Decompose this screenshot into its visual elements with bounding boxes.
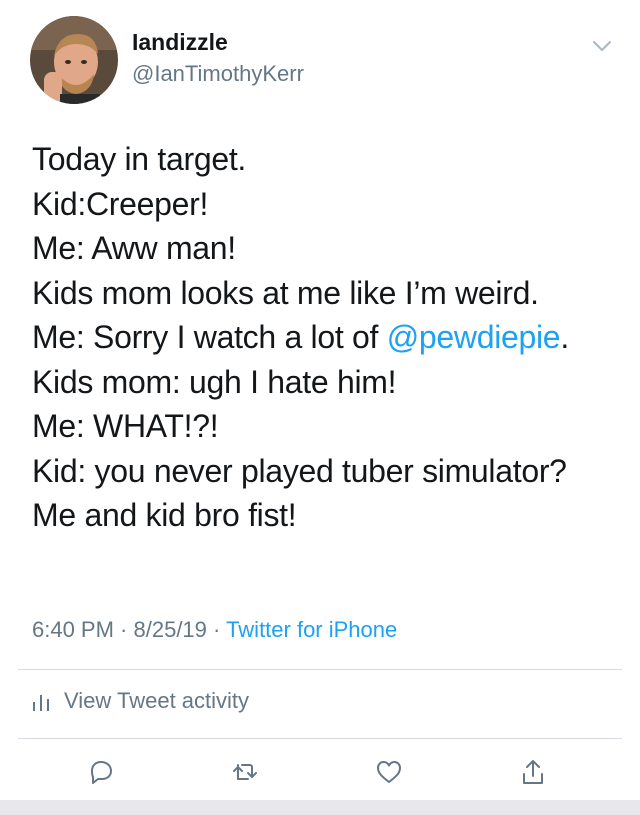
tweet-line-suffix: . (560, 319, 569, 355)
tweet-source-link[interactable]: Twitter for iPhone (226, 617, 397, 642)
tweet-date[interactable]: 8/25/19 (134, 617, 207, 642)
share-icon[interactable] (518, 757, 548, 787)
mention-link[interactable]: @pewdiepie (387, 319, 561, 355)
heart-icon[interactable] (374, 757, 404, 787)
bar-chart-icon (33, 695, 49, 711)
retweet-icon[interactable] (230, 757, 260, 787)
display-name[interactable]: Iandizzle (132, 29, 228, 56)
tweet-line-prefix: Me: Sorry I watch a lot of (32, 319, 387, 355)
tweet-text: Today in target. Kid:Creeper! Me: Aww ma… (32, 137, 622, 538)
divider (18, 738, 622, 739)
view-tweet-activity-button[interactable]: View Tweet activity (32, 688, 249, 714)
bottom-separator (0, 800, 640, 815)
divider (18, 669, 622, 670)
reply-icon[interactable] (86, 757, 116, 787)
tweet-line: Today in target. (32, 141, 246, 177)
tweet-line: Kid:Creeper! (32, 185, 209, 222)
chevron-down-icon[interactable] (590, 34, 614, 58)
tweet-line: Kid: you never played tuber simulator? (32, 452, 567, 489)
meta-separator: · (113, 617, 134, 642)
tweet-line: Me: Aww man! (32, 230, 236, 266)
tweet-line: Kids mom looks at me like I’m weird. (32, 274, 539, 311)
tweet-time[interactable]: 6:40 PM (32, 617, 114, 642)
view-tweet-activity-label: View Tweet activity (64, 688, 250, 713)
meta-separator: · (206, 617, 227, 642)
tweet-line: Kids mom: ugh I hate him! (32, 363, 397, 400)
avatar-image (30, 16, 118, 104)
tweet-line: Me and kid bro fist! (32, 497, 297, 533)
tweet-line: Me: WHAT!?! (32, 408, 219, 444)
tweet-line-with-mention: Me: Sorry I watch a lot of @pewdiepie. (32, 315, 622, 360)
tweet-detail: Iandizzle @IanTimothyKerr Today in targe… (0, 0, 640, 800)
tweet-meta: 6:40 PM · 8/25/19 · Twitter for iPhone (32, 617, 397, 643)
user-handle[interactable]: @IanTimothyKerr (132, 61, 304, 87)
avatar[interactable] (30, 16, 118, 104)
